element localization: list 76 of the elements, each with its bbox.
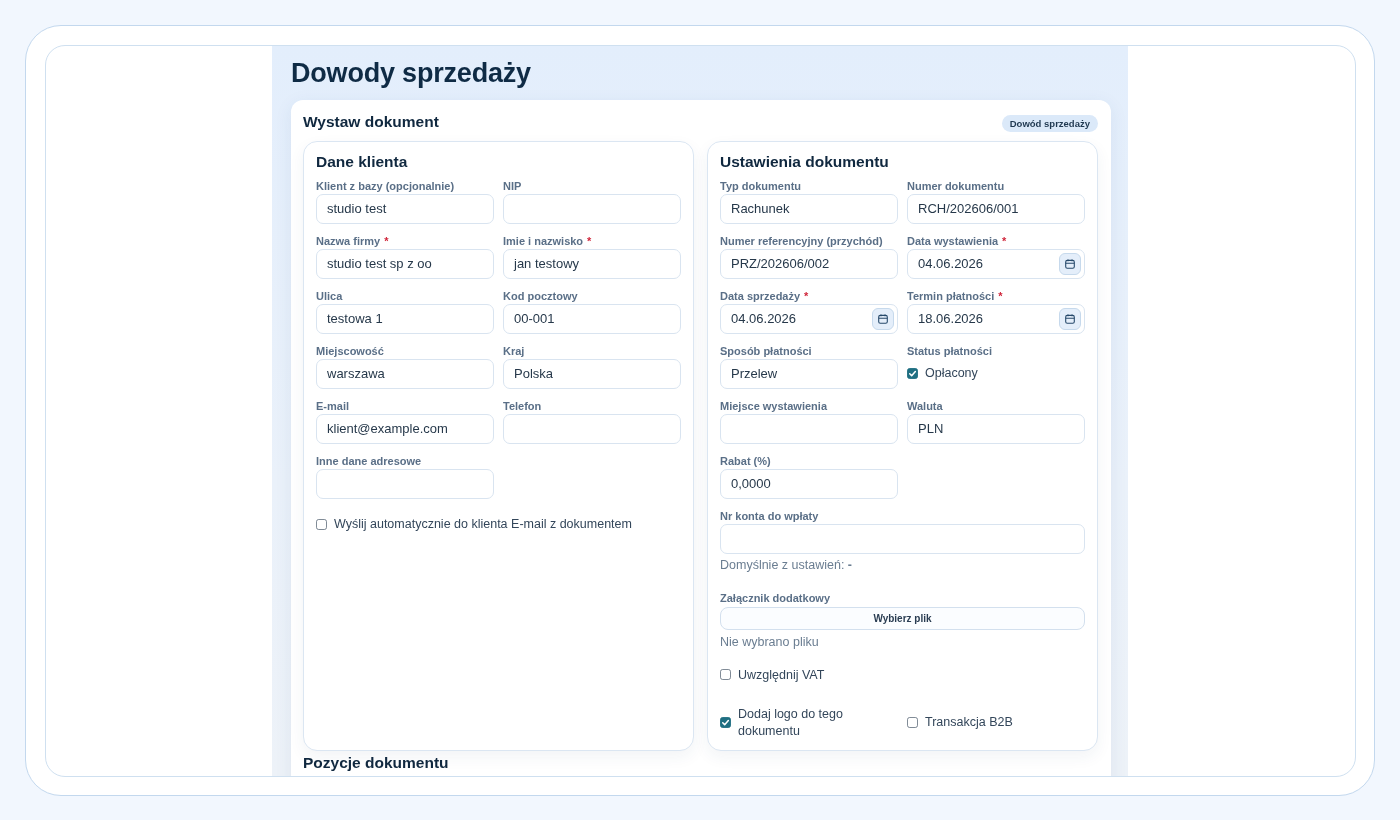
input-field[interactable]: Przelew (720, 358, 898, 389)
input-field[interactable]: warszawa (316, 358, 494, 389)
section-title: Pozycje dokumentu (303, 753, 450, 772)
document-type-badge: Dowód sprzedaży (1001, 115, 1098, 132)
checkbox[interactable] (720, 668, 731, 680)
field-label: Numer referencyjny (przychód) (720, 233, 883, 248)
input-field[interactable] (316, 468, 494, 499)
required-asterisk: * (804, 288, 809, 303)
checkbox[interactable] (316, 518, 327, 530)
checkbox[interactable] (720, 717, 731, 728)
input-field[interactable] (503, 193, 681, 224)
required-asterisk: * (384, 233, 389, 248)
card-title: Wystaw dokument (303, 111, 439, 132)
field-label: Termin płatności (907, 288, 995, 303)
input-field[interactable]: Polska (503, 358, 681, 389)
calendar-button[interactable] (1059, 307, 1081, 330)
field-label: Rabat (%) (720, 453, 771, 468)
input-field[interactable] (720, 413, 898, 444)
calendar-button[interactable] (1059, 252, 1081, 275)
field-label: Sposób płatności (720, 343, 812, 358)
field-label: Telefon (503, 398, 542, 413)
checkbox-label: Uwzględnij VAT (738, 666, 825, 684)
checkbox[interactable] (907, 717, 918, 728)
required-asterisk: * (587, 233, 592, 248)
input-field[interactable]: klient@example.com (316, 413, 494, 444)
field-label: Miejsce wystawienia (720, 398, 827, 413)
calendar-icon (1065, 313, 1075, 324)
field-label: Kraj (503, 343, 525, 358)
panel-title: Ustawienia dokumentu (720, 151, 890, 172)
input-field[interactable]: 0,0000 (720, 468, 898, 499)
field-label: Numer dokumentu (907, 178, 1005, 193)
hint-text: Domyślnie z ustawień: - (720, 557, 853, 573)
panel-title: Dane klienta (316, 151, 409, 172)
field-label: Data wystawienia (907, 233, 999, 248)
field-label: Ulica (316, 288, 343, 303)
field-label: Typ dokumentu (720, 178, 802, 193)
page-title: Dowody sprzedaży (291, 56, 532, 90)
checkbox-label: Transakcja B2B (925, 714, 1013, 731)
file-status-text: Nie wybrano pliku (720, 634, 820, 650)
field-label: Nr konta do wpłaty (720, 508, 819, 523)
required-asterisk: * (998, 288, 1003, 303)
field-label: Data sprzedaży (720, 288, 801, 303)
input-field[interactable]: RCH/202606/001 (907, 193, 1085, 224)
field-label: Kod pocztowy (503, 288, 578, 303)
input-field[interactable] (720, 523, 1085, 554)
date-field[interactable]: 04.06.2026 (720, 303, 898, 334)
field-label: Waluta (907, 398, 943, 413)
field-label: Inne dane adresowe (316, 453, 422, 468)
field-label: Klient z bazy (opcjonalnie) (316, 178, 455, 193)
calendar-button[interactable] (872, 307, 894, 330)
input-field[interactable]: studio test sp z oo (316, 248, 494, 279)
input-field[interactable]: 00-001 (503, 303, 681, 334)
checkbox[interactable] (907, 368, 918, 379)
field-label: E-mail (316, 398, 349, 413)
checkbox-label: Opłacony (925, 365, 978, 382)
field-label: Imie i nazwisko (503, 233, 584, 248)
field-label: Miejscowość (316, 343, 384, 358)
input-field[interactable]: studio test (316, 193, 494, 224)
input-field[interactable]: jan testowy (503, 248, 681, 279)
field-label: Nazwa firmy (316, 233, 381, 248)
field-label: NIP (503, 178, 522, 193)
calendar-icon (1065, 258, 1075, 269)
checkbox-label: Dodaj logo do tego dokumentu (738, 705, 844, 740)
input-field[interactable]: Rachunek (720, 193, 898, 224)
date-field[interactable]: 04.06.2026 (907, 248, 1085, 279)
input-field[interactable]: PLN (907, 413, 1085, 444)
input-field[interactable] (503, 413, 681, 444)
choose-file-button[interactable]: Wybierz plik (720, 606, 1085, 630)
date-field[interactable]: 18.06.2026 (907, 303, 1085, 334)
required-asterisk: * (1002, 233, 1007, 248)
input-field[interactable]: testowa 1 (316, 303, 494, 334)
input-field[interactable]: PRZ/202606/002 (720, 248, 898, 279)
checkbox-label: Wyślij automatycznie do klienta E-mail z dokumentem (334, 515, 632, 533)
field-label: Status płatności (907, 343, 992, 358)
calendar-icon (878, 313, 888, 324)
field-label: Załącznik dodatkowy (720, 590, 831, 605)
